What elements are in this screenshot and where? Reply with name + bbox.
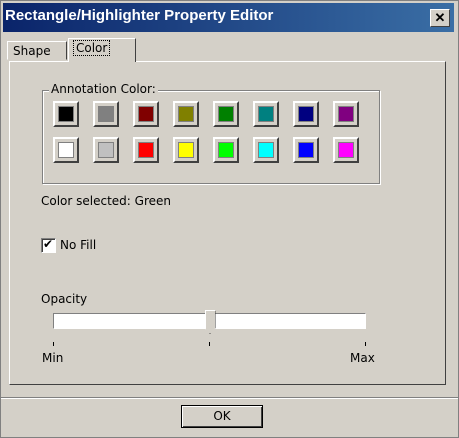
slider-tick-mid (209, 342, 210, 346)
annotation-color-group: Annotation Color: (42, 82, 380, 184)
opacity-label: Opacity (41, 292, 88, 306)
annotation-color-label: Annotation Color: (49, 82, 158, 96)
swatch-green[interactable] (213, 101, 239, 127)
opacity-min-label: Min (42, 351, 64, 365)
color-tab-panel: Annotation Color: Color selected: Green … (9, 61, 446, 385)
tab-color-label: Color (72, 40, 111, 56)
swatch-gray[interactable] (93, 101, 119, 127)
window-title: Rectangle/Highlighter Property Editor (5, 7, 274, 24)
no-fill-label: No Fill (60, 238, 97, 252)
swatch-lime[interactable] (213, 137, 239, 163)
swatch-yellow[interactable] (173, 137, 199, 163)
opacity-max-label: Max (350, 351, 375, 365)
slider-tick-min (53, 342, 54, 346)
swatch-navy[interactable] (293, 101, 319, 127)
swatch-red[interactable] (133, 137, 159, 163)
swatch-fuchsia[interactable] (333, 137, 359, 163)
swatch-purple[interactable] (333, 101, 359, 127)
swatch-maroon[interactable] (133, 101, 159, 127)
swatch-white[interactable] (53, 137, 79, 163)
swatch-olive[interactable] (173, 101, 199, 127)
close-button[interactable]: ✕ (430, 9, 450, 27)
ok-button[interactable]: OK (181, 405, 263, 428)
footer-divider (1, 397, 458, 399)
tab-shape-label: Shape (13, 44, 51, 58)
no-fill-checkbox[interactable] (41, 237, 56, 253)
tab-shape[interactable]: Shape (7, 41, 67, 60)
tab-color[interactable]: Color (68, 38, 136, 62)
swatch-black[interactable] (53, 101, 79, 127)
swatch-silver[interactable] (93, 137, 119, 163)
color-selected-status: Color selected: Green (41, 194, 171, 208)
opacity-slider-thumb[interactable] (204, 310, 216, 334)
slider-tick-max (365, 342, 366, 346)
swatch-aqua[interactable] (253, 137, 279, 163)
title-bar[interactable]: Rectangle/Highlighter Property Editor ✕ (3, 3, 454, 32)
property-editor-window: Rectangle/Highlighter Property Editor ✕ … (0, 0, 459, 438)
swatch-blue[interactable] (293, 137, 319, 163)
swatch-teal[interactable] (253, 101, 279, 127)
